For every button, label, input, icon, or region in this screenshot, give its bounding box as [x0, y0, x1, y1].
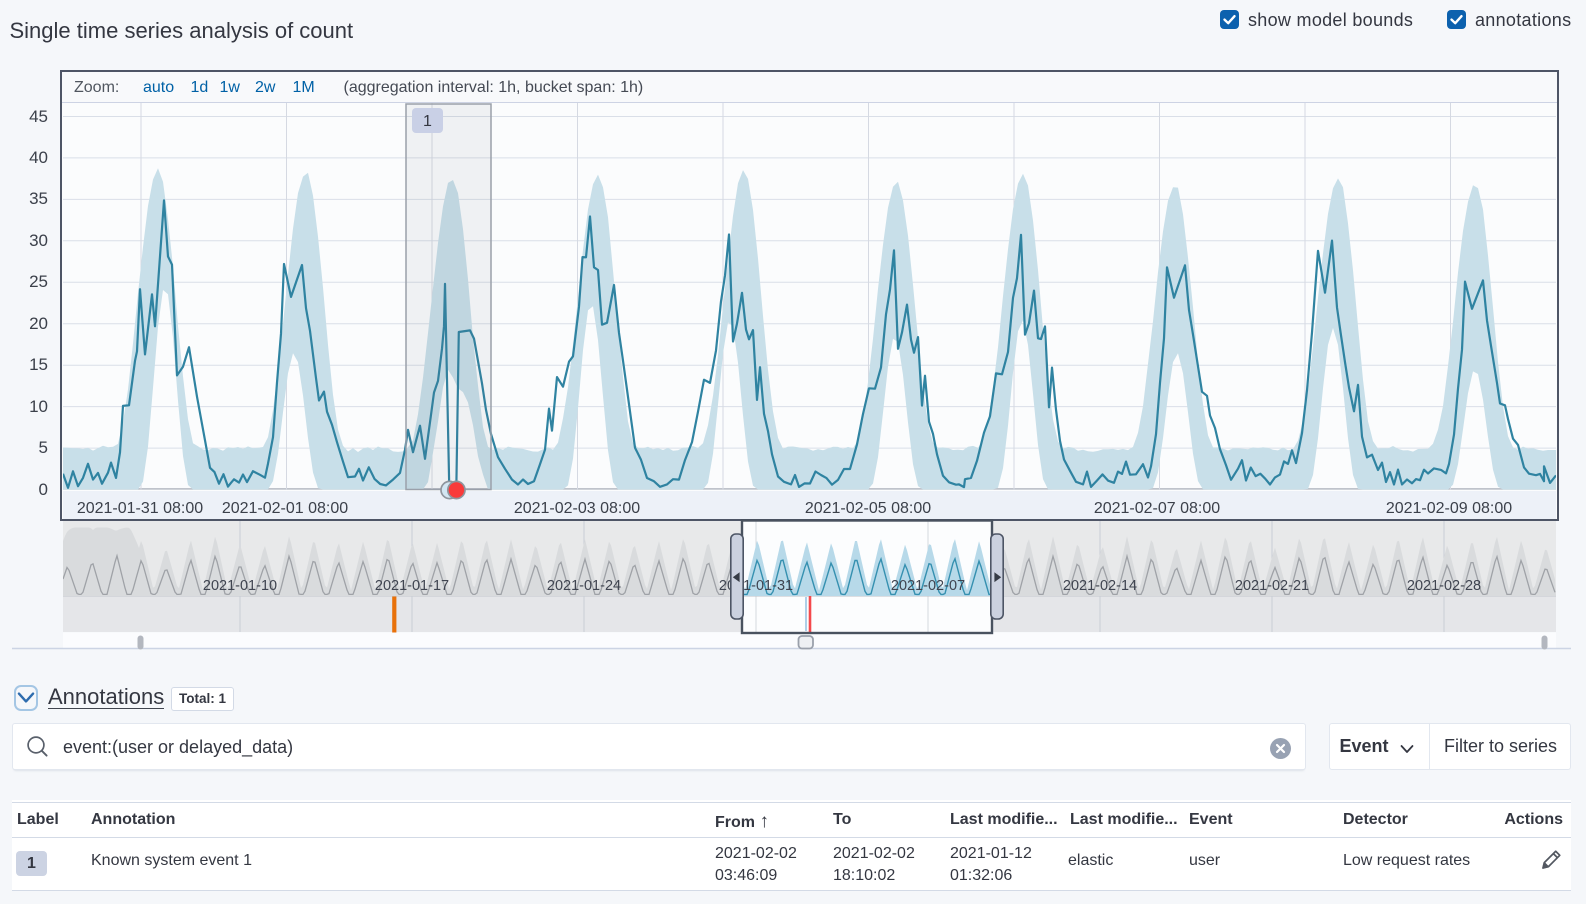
- svg-text:1: 1: [423, 113, 432, 130]
- svg-text:2021-01-10: 2021-01-10: [203, 578, 277, 594]
- svg-text:2021-02-28: 2021-02-28: [1407, 578, 1481, 594]
- svg-text:2021-01-24: 2021-01-24: [547, 578, 621, 594]
- svg-text:2021-02-21: 2021-02-21: [1235, 578, 1309, 594]
- svg-text:2021-02-14: 2021-02-14: [1063, 578, 1137, 594]
- svg-text:2021-02-07: 2021-02-07: [891, 578, 965, 594]
- svg-text:2021-01-17: 2021-01-17: [375, 578, 449, 594]
